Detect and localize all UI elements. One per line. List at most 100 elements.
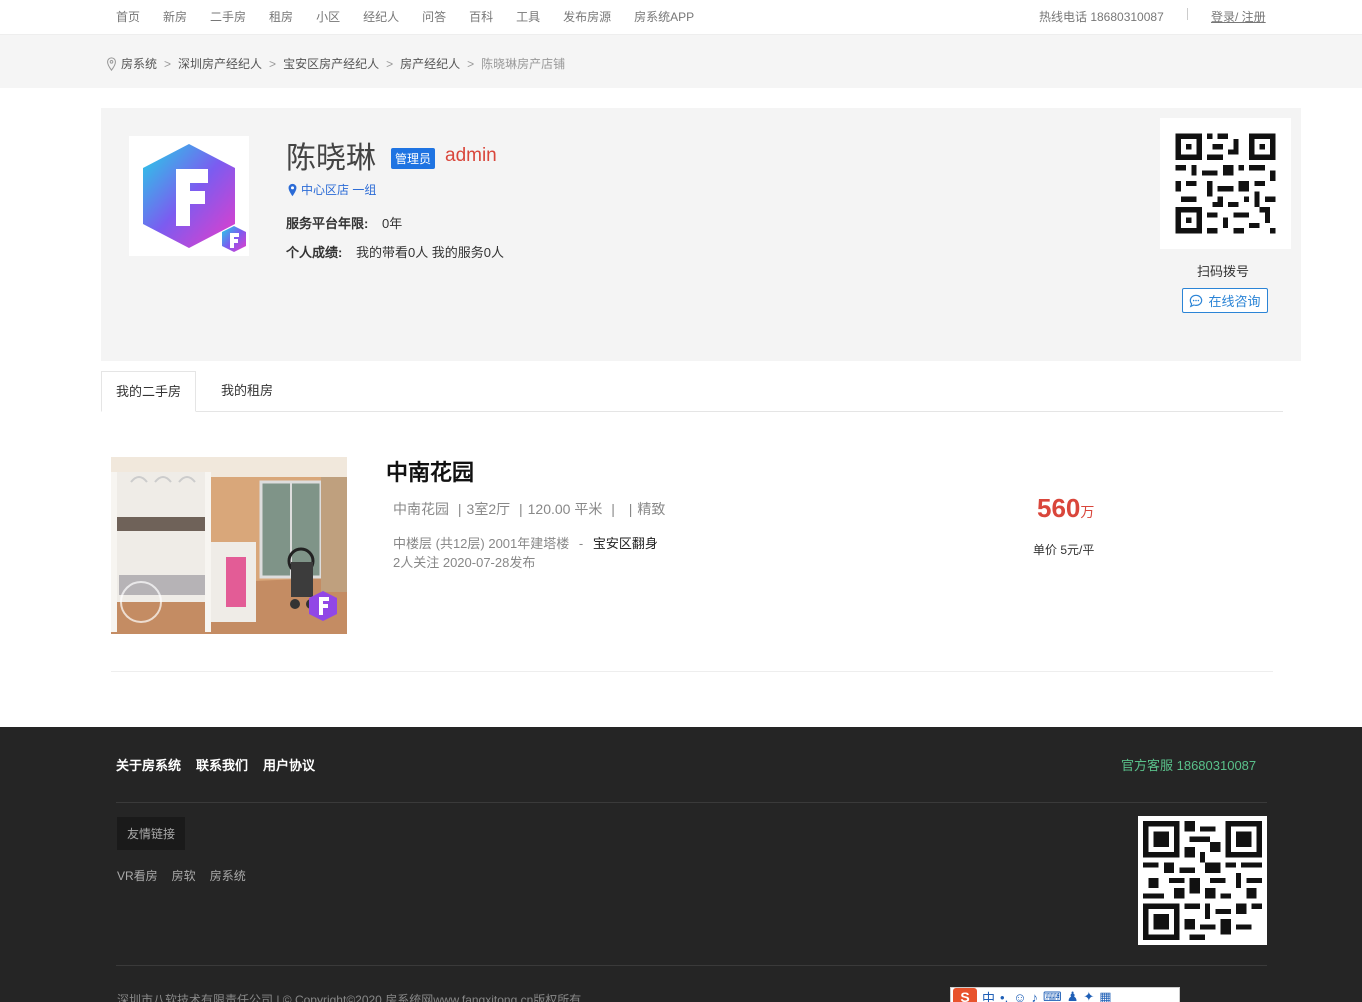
listing-floor: 中楼层 (共12层) 2001年建塔楼: [393, 536, 570, 551]
punctuation-icon[interactable]: •,: [1000, 990, 1008, 1002]
listing-price: 560万: [1037, 493, 1094, 524]
friend-links: VR看房 房软 房系统: [117, 867, 260, 884]
friend-link[interactable]: 房软: [172, 867, 196, 884]
skin-icon[interactable]: ✦: [1083, 989, 1094, 1002]
breadcrumb-separator: >: [164, 56, 172, 71]
admin-badge: 管理员: [391, 148, 436, 169]
bedroom-photo-image: [111, 457, 347, 634]
meta-separator: |: [628, 501, 633, 517]
listing-layout: 3室2厅: [466, 501, 511, 517]
customer-service-phone: 官方客服 18680310087: [1121, 758, 1257, 773]
service-years-row: 服务平台年限: 0年: [286, 213, 402, 232]
agent-profile-card: 陈晓琳 管理员 admin 中心区店 一组 服务平台年限: 0年 个人成绩: 我…: [101, 108, 1301, 361]
nav-community[interactable]: 小区: [316, 8, 340, 25]
store-info: 中心区店 一组: [287, 181, 376, 198]
qr-code-icon: [1160, 118, 1291, 249]
nav-new-house[interactable]: 新房: [163, 8, 187, 25]
price-unit: 万: [1080, 504, 1095, 520]
listing-follow-info: 2人关注 2020-07-28发布: [393, 555, 536, 570]
emoji-icon[interactable]: ☺: [1013, 990, 1026, 1002]
breadcrumb-item[interactable]: 房产经纪人: [400, 55, 460, 72]
listing-community: 中南花园: [393, 501, 449, 517]
divider: [1187, 8, 1188, 20]
nav-app[interactable]: 房系统APP: [634, 8, 694, 25]
scan-to-call-label: 扫码拨号: [1197, 264, 1250, 279]
agent-name: 陈晓琳: [286, 142, 376, 175]
copyright-text: 深圳市八软技术有限责任公司 | © Copyright©2020 房系统网www…: [117, 993, 582, 1002]
main-menu: 首页 新房 二手房 租房 小区 经纪人 问答 百科 工具 发布房源 房系统APP: [116, 8, 717, 25]
listing-district-link[interactable]: 宝安区翻身: [593, 536, 658, 551]
tab-rent[interactable]: 我的租房: [207, 371, 287, 412]
nav-agent[interactable]: 经纪人: [363, 8, 399, 25]
listing-meta: 中南花园 | 3室2厅 | 120.00 平米 | | 精致: [393, 499, 665, 519]
listing-decoration: 精致: [637, 501, 666, 517]
keyboard-icon[interactable]: ⌨: [1043, 989, 1062, 1002]
agent-role: admin: [445, 145, 497, 166]
nav-tools[interactable]: 工具: [516, 8, 540, 25]
nav-publish[interactable]: 发布房源: [563, 8, 611, 25]
footer-divider: [116, 965, 1267, 966]
nav-wiki[interactable]: 百科: [469, 8, 493, 25]
footer-qr-code: [1138, 816, 1267, 945]
tab-second-hand[interactable]: 我的二手房: [101, 371, 197, 412]
listing-floor-row: 中楼层 (共12层) 2001年建塔楼 - 宝安区翻身: [393, 533, 658, 552]
friend-link[interactable]: VR看房: [117, 867, 158, 884]
service-years-label: 服务平台年限:: [286, 216, 369, 231]
breadcrumb-separator: >: [467, 56, 475, 71]
location-pin-icon: [107, 56, 116, 71]
brand-logo-icon: [143, 144, 246, 252]
breadcrumb-current: 陈晓琳房产店铺: [481, 57, 566, 71]
listing-area: 120.00 平米: [527, 501, 603, 517]
breadcrumb: 房系统 > 深圳房产经纪人 > 宝安区房产经纪人 > 房产经纪人 > 陈晓琳房产…: [106, 55, 565, 72]
user-icon[interactable]: ♟: [1067, 989, 1079, 1002]
breadcrumb-separator: >: [269, 56, 277, 71]
achievement-value: 我的带看0人 我的服务0人: [355, 245, 505, 260]
listing-photo[interactable]: [111, 457, 347, 634]
unit-price: 单价 5元/平: [1033, 543, 1095, 557]
meta-dash: -: [578, 536, 584, 551]
meta-separator: |: [519, 501, 523, 517]
breadcrumb-item[interactable]: 房系统: [121, 55, 157, 72]
listing-tabs: 我的二手房 我的租房: [101, 371, 1283, 412]
footer-links: 关于房系统 联系我们 用户协议: [116, 755, 330, 774]
login-register-link[interactable]: 登录/ 注册: [1211, 8, 1266, 25]
nav-home[interactable]: 首页: [116, 8, 140, 25]
hotline-text: 热线电话 18680310087: [1039, 10, 1164, 24]
store-name: 中心区店 一组: [301, 183, 377, 197]
footer-divider: [116, 802, 1267, 803]
ime-toolbar[interactable]: S 中 •, ☺ ♪ ⌨ ♟ ✦ ▦: [950, 987, 1180, 1002]
footer-link-agreement[interactable]: 用户协议: [263, 755, 315, 774]
sogou-logo-icon: S: [953, 988, 977, 1002]
footer-link-about[interactable]: 关于房系统: [116, 755, 181, 774]
nav-second-hand[interactable]: 二手房: [210, 8, 246, 25]
listing-title[interactable]: 中南花园: [386, 455, 474, 487]
microphone-icon[interactable]: ♪: [1031, 990, 1038, 1002]
phone-qr-code: [1160, 118, 1291, 249]
price-value: 560: [1037, 493, 1081, 523]
nav-rent[interactable]: 租房: [269, 8, 293, 25]
friend-links-title: 友情链接: [117, 817, 186, 850]
achievement-label: 个人成绩:: [286, 245, 343, 260]
grid-menu-icon[interactable]: ▦: [1099, 989, 1111, 1002]
footer: 关于房系统 联系我们 用户协议 官方客服 18680310087 友情链接 VR…: [0, 727, 1362, 1002]
meta-separator: |: [457, 501, 462, 517]
online-consult-label: 在线咨询: [1208, 294, 1261, 309]
nav-qa[interactable]: 问答: [422, 8, 446, 25]
avatar: [129, 136, 249, 256]
footer-link-contact[interactable]: 联系我们: [196, 755, 248, 774]
breadcrumb-bar: 房系统 > 深圳房产经纪人 > 宝安区房产经纪人 > 房产经纪人 > 陈晓琳房产…: [0, 34, 1362, 88]
ime-chinese-mode[interactable]: 中: [982, 988, 995, 1002]
online-consult-button[interactable]: 在线咨询: [1182, 288, 1268, 313]
service-years-value: 0年: [381, 216, 403, 231]
breadcrumb-item[interactable]: 深圳房产经纪人: [178, 55, 262, 72]
friend-link[interactable]: 房系统: [210, 867, 246, 884]
top-nav: 首页 新房 二手房 租房 小区 经纪人 问答 百科 工具 发布房源 房系统APP…: [0, 0, 1362, 34]
qr-code-icon: [1138, 816, 1267, 945]
breadcrumb-separator: >: [386, 56, 394, 71]
list-item[interactable]: 中南花园 中南花园 | 3室2厅 | 120.00 平米 | | 精致 中楼层 (共1…: [111, 457, 1273, 672]
chat-bubble-icon: [1190, 294, 1203, 307]
meta-separator: |: [611, 501, 615, 517]
location-pin-icon: [288, 183, 297, 196]
achievement-row: 个人成绩: 我的带看0人 我的服务0人: [286, 242, 504, 261]
breadcrumb-item[interactable]: 宝安区房产经纪人: [283, 55, 379, 72]
